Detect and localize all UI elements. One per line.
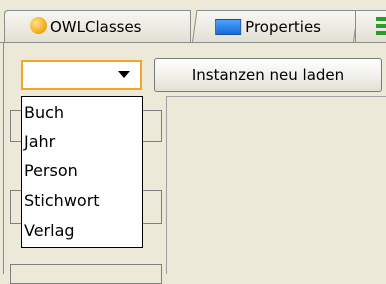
chevron-down-icon[interactable] bbox=[118, 71, 130, 78]
instances-panel bbox=[166, 96, 386, 274]
content-divider bbox=[0, 42, 386, 43]
reload-instances-button[interactable]: Instanzen neu laden bbox=[154, 58, 382, 92]
dropdown-item-jahr[interactable]: Jahr bbox=[24, 128, 55, 156]
tab-partial[interactable] bbox=[355, 10, 386, 42]
left-border bbox=[3, 42, 4, 274]
tab-label: Properties bbox=[245, 18, 321, 36]
tab-owlclasses[interactable]: OWLClasses bbox=[4, 10, 191, 42]
dropdown-item-person[interactable]: Person bbox=[24, 157, 78, 185]
owl-classes-icon bbox=[30, 17, 47, 34]
properties-icon bbox=[215, 19, 242, 35]
dropdown-item-verlag[interactable]: Verlag bbox=[24, 217, 75, 245]
tab-label: OWLClasses bbox=[50, 18, 142, 36]
left-panel-box bbox=[10, 264, 162, 284]
green-lines-icon bbox=[376, 17, 386, 35]
tab-strip: OWLClasses Properties bbox=[0, 0, 386, 44]
class-dropdown-list[interactable]: Buch Jahr Person Stichwort Verlag bbox=[21, 96, 143, 248]
class-select-combobox[interactable] bbox=[21, 60, 142, 90]
dropdown-item-stichwort[interactable]: Stichwort bbox=[24, 187, 100, 215]
dropdown-item-buch[interactable]: Buch bbox=[24, 99, 64, 127]
tab-properties[interactable]: Properties bbox=[192, 10, 359, 42]
